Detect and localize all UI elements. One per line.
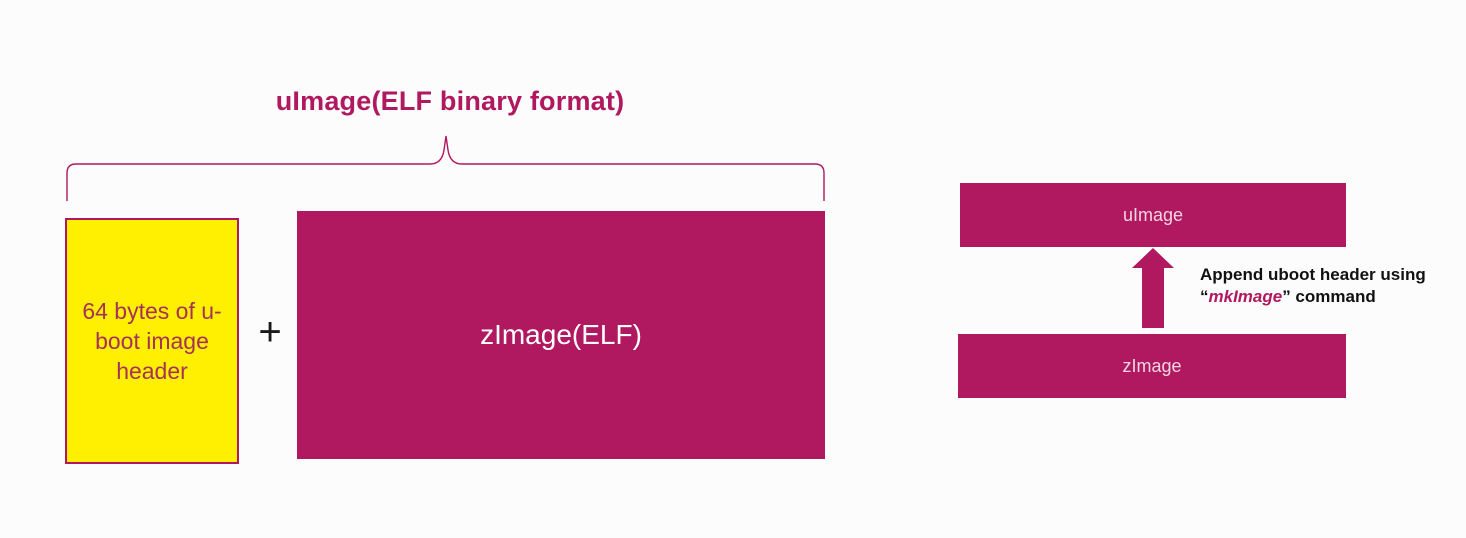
note-close-quote: ” [1282,287,1291,306]
note-open-quote: “ [1200,287,1209,306]
zimage-bar-label: zImage [1122,355,1182,376]
uboot-header-box: 64 bytes of u-boot image header [65,218,239,464]
diagram-title: uImage(ELF binary format) [275,86,625,116]
mkimage-command: mkImage [1208,287,1283,306]
zimage-bar: zImage [958,334,1346,398]
zimage-elf-box: zImage(ELF) [297,211,825,459]
zimage-elf-label: zImage(ELF) [480,319,642,350]
uimage-bar: uImage [960,183,1346,247]
arrow-up-icon [1132,248,1174,328]
mkimage-note: Append uboot header using “mkImage” comm… [1200,264,1462,308]
uboot-header-label: 64 bytes of u-boot image header [82,298,222,384]
note-line-1: Append uboot header using [1200,265,1426,284]
curly-brace [66,135,825,201]
plus-sign: + [258,310,282,354]
note-line-2: “mkImage” command [1200,286,1462,308]
uimage-bar-label: uImage [1122,204,1184,225]
note-suffix: command [1290,287,1376,306]
slide: uImage(ELF binary format) 64 bytes of u-… [0,0,1466,538]
